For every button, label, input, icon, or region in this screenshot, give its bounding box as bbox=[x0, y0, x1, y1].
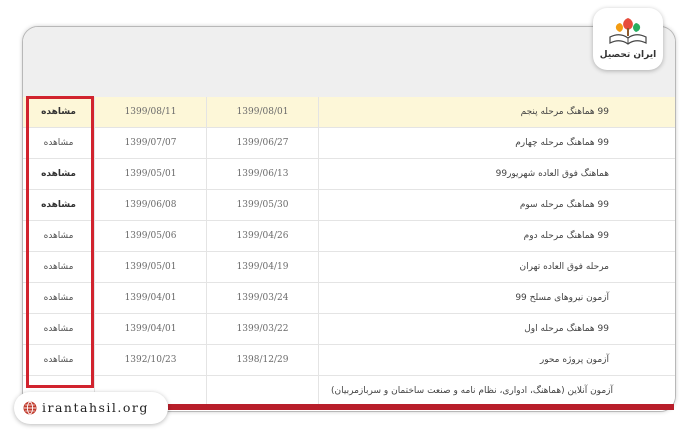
book-tree-icon bbox=[609, 18, 647, 45]
end-date-cell: 1399/05/01 bbox=[95, 159, 207, 190]
exam-title-cell: آزمون نیروهای مسلح 99 bbox=[515, 293, 609, 303]
end-date-cell: 1399/04/01 bbox=[95, 283, 207, 314]
footer-accent-bar bbox=[168, 404, 674, 410]
table-row: مشاهده 1399/04/01 1399/03/24 آزمون نیروهای … bbox=[23, 283, 675, 314]
exam-title-cell: آزمون پروژه محور bbox=[539, 355, 609, 365]
table-row: مشاهده 1399/08/11 1399/08/01 99 هماهنگ مرحل… bbox=[23, 97, 675, 128]
end-date-cell: 1399/05/01 bbox=[95, 252, 207, 283]
end-date-cell: 1399/08/11 bbox=[95, 97, 207, 128]
view-link[interactable]: مشاهده bbox=[23, 314, 95, 345]
card-header bbox=[23, 27, 675, 97]
view-link[interactable]: مشاهده bbox=[23, 128, 95, 159]
table-row: مشاهده 1399/05/01 1399/04/19 مرحله فوق العا… bbox=[23, 252, 675, 283]
exam-title-cell: 99 هماهنگ مرحله دوم bbox=[523, 231, 609, 241]
table-row: مشاهده 1399/04/01 1399/03/22 99 هماهنگ مرحل… bbox=[23, 314, 675, 345]
start-date-cell: 1399/03/22 bbox=[207, 314, 319, 345]
site-url-text: irantahsil.org bbox=[42, 400, 149, 415]
table-row: مشاهده 1392/10/23 1398/12/29 آزمون پروژه مح… bbox=[23, 345, 675, 376]
end-date-cell: 1399/07/07 bbox=[95, 128, 207, 159]
table-row: مشاهده 1399/06/08 1399/05/30 99 هماهنگ مرحل… bbox=[23, 190, 675, 221]
results-card: مشاهده 1399/08/11 1399/08/01 99 هماهنگ مرحل… bbox=[22, 26, 676, 412]
end-date-cell: 1399/05/06 bbox=[95, 221, 207, 252]
table-row: مشاهده 1399/05/01 1399/06/13 هماهنگ فوق الع… bbox=[23, 159, 675, 190]
start-date-cell: 1399/04/19 bbox=[207, 252, 319, 283]
view-link[interactable]: مشاهده bbox=[23, 97, 95, 128]
view-link[interactable]: مشاهده bbox=[23, 283, 95, 314]
globe-icon bbox=[23, 401, 37, 415]
start-date-cell: 1399/08/01 bbox=[207, 97, 319, 128]
end-date-cell: 1399/06/08 bbox=[95, 190, 207, 221]
exam-title-cell: 99 هماهنگ مرحله سوم bbox=[519, 200, 609, 210]
start-date-cell: 1399/06/13 bbox=[207, 159, 319, 190]
view-link[interactable]: مشاهده bbox=[23, 159, 95, 190]
end-date-cell: 1399/04/01 bbox=[95, 314, 207, 345]
site-url-badge[interactable]: irantahsil.org bbox=[14, 392, 168, 424]
exam-title-cell: 99 هماهنگ مرحله اول bbox=[524, 324, 609, 334]
start-date-cell: 1399/04/26 bbox=[207, 221, 319, 252]
start-date-cell: 1399/05/30 bbox=[207, 190, 319, 221]
exam-title-cell: 99 هماهنگ مرحله چهارم bbox=[515, 138, 609, 148]
start-date-cell bbox=[207, 376, 319, 407]
exam-title-cell: هماهنگ فوق العاده شهریور99 bbox=[495, 169, 609, 179]
exam-title-cell: مرحله فوق العاده تهران bbox=[519, 262, 609, 272]
table-row: مشاهده 1399/07/07 1399/06/27 99 هماهنگ مرحل… bbox=[23, 128, 675, 159]
brand-logo-text: ایران تحصیل bbox=[599, 50, 657, 60]
start-date-cell: 1399/06/27 bbox=[207, 128, 319, 159]
brand-logo: ایران تحصیل bbox=[593, 8, 663, 70]
view-link[interactable]: مشاهده bbox=[23, 190, 95, 221]
end-date-cell: 1392/10/23 bbox=[95, 345, 207, 376]
start-date-cell: 1399/03/24 bbox=[207, 283, 319, 314]
exam-table: مشاهده 1399/08/11 1399/08/01 99 هماهنگ مرحل… bbox=[23, 97, 675, 411]
view-link[interactable]: مشاهده bbox=[23, 345, 95, 376]
start-date-cell: 1398/12/29 bbox=[207, 345, 319, 376]
view-link[interactable]: مشاهده bbox=[23, 221, 95, 252]
exam-title-cell: 99 هماهنگ مرحله پنجم bbox=[520, 107, 609, 117]
exam-title-cell: آزمون آنلاین (هماهنگ، ادواری، نظام نامه … bbox=[331, 386, 613, 396]
table-row: مشاهده 1399/05/06 1399/04/26 99 هماهنگ مرحل… bbox=[23, 221, 675, 252]
view-link[interactable]: مشاهده bbox=[23, 252, 95, 283]
